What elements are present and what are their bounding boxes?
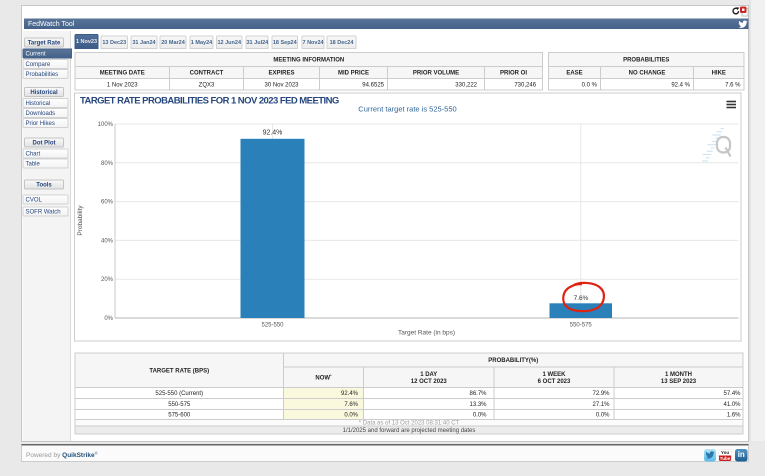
svg-text:40%: 40% bbox=[101, 238, 114, 244]
svg-text:20%: 20% bbox=[101, 277, 114, 283]
svg-text:100%: 100% bbox=[98, 122, 114, 128]
svg-text:Probability: Probability bbox=[77, 205, 84, 236]
svg-text:80%: 80% bbox=[101, 161, 114, 167]
svg-text:Target Rate (in bps): Target Rate (in bps) bbox=[398, 330, 455, 337]
svg-text:525-550: 525-550 bbox=[261, 323, 284, 329]
svg-text:0%: 0% bbox=[104, 316, 113, 322]
svg-text:550-575: 550-575 bbox=[570, 323, 593, 329]
svg-text:7.6%: 7.6% bbox=[574, 295, 589, 302]
svg-text:92.4%: 92.4% bbox=[263, 130, 283, 137]
svg-text:60%: 60% bbox=[101, 200, 114, 206]
